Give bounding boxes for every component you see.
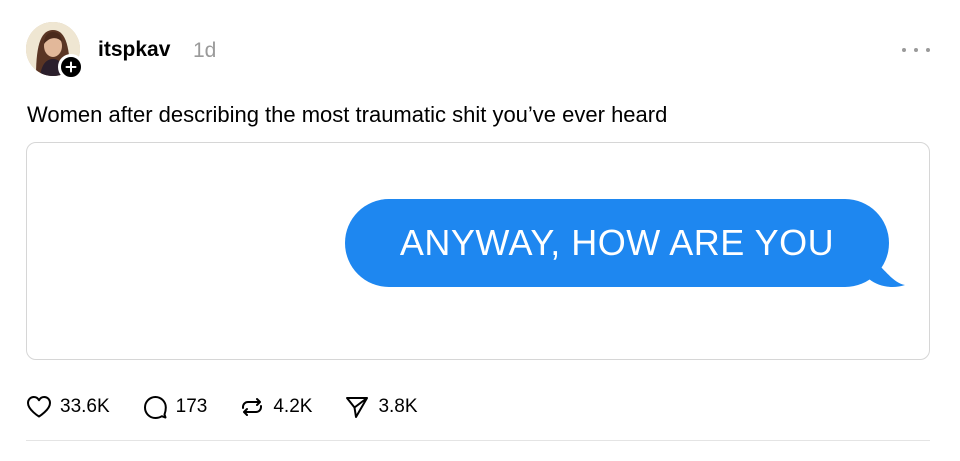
repost-icon <box>242 398 263 416</box>
like-button[interactable]: 33.6K <box>26 395 110 419</box>
more-dot <box>902 48 906 52</box>
username[interactable]: itspkav <box>98 38 170 62</box>
thread-post: itspkav 1d Women after describing the mo… <box>0 0 960 461</box>
share-count: 3.8K <box>378 396 418 417</box>
more-dot <box>914 48 918 52</box>
send-icon <box>346 397 369 418</box>
plus-icon <box>65 61 77 73</box>
comment-icon <box>143 396 167 419</box>
avatar-container[interactable] <box>26 22 84 80</box>
post-timestamp[interactable]: 1d <box>193 39 216 63</box>
message-text: ANYWAY, HOW ARE YOU <box>399 222 835 263</box>
post-text: Women after describing the most traumati… <box>27 102 668 127</box>
repost-button[interactable]: 4.2K <box>239 395 312 419</box>
like-count: 33.6K <box>60 396 110 417</box>
share-button[interactable]: 3.8K <box>344 395 418 419</box>
post-media[interactable]: ANYWAY, HOW ARE YOU <box>26 142 930 360</box>
post-divider <box>26 440 930 441</box>
message-bubble: ANYWAY, HOW ARE YOU <box>345 199 889 287</box>
post-actions: 33.6K 173 4.2K 3.8K <box>26 393 450 421</box>
repost-count: 4.2K <box>273 396 313 417</box>
reply-button[interactable]: 173 <box>142 395 208 419</box>
more-dot <box>926 48 930 52</box>
more-icon[interactable] <box>902 38 930 62</box>
heart-icon <box>27 396 51 418</box>
reply-count: 173 <box>175 396 208 417</box>
follow-button[interactable] <box>58 54 84 80</box>
